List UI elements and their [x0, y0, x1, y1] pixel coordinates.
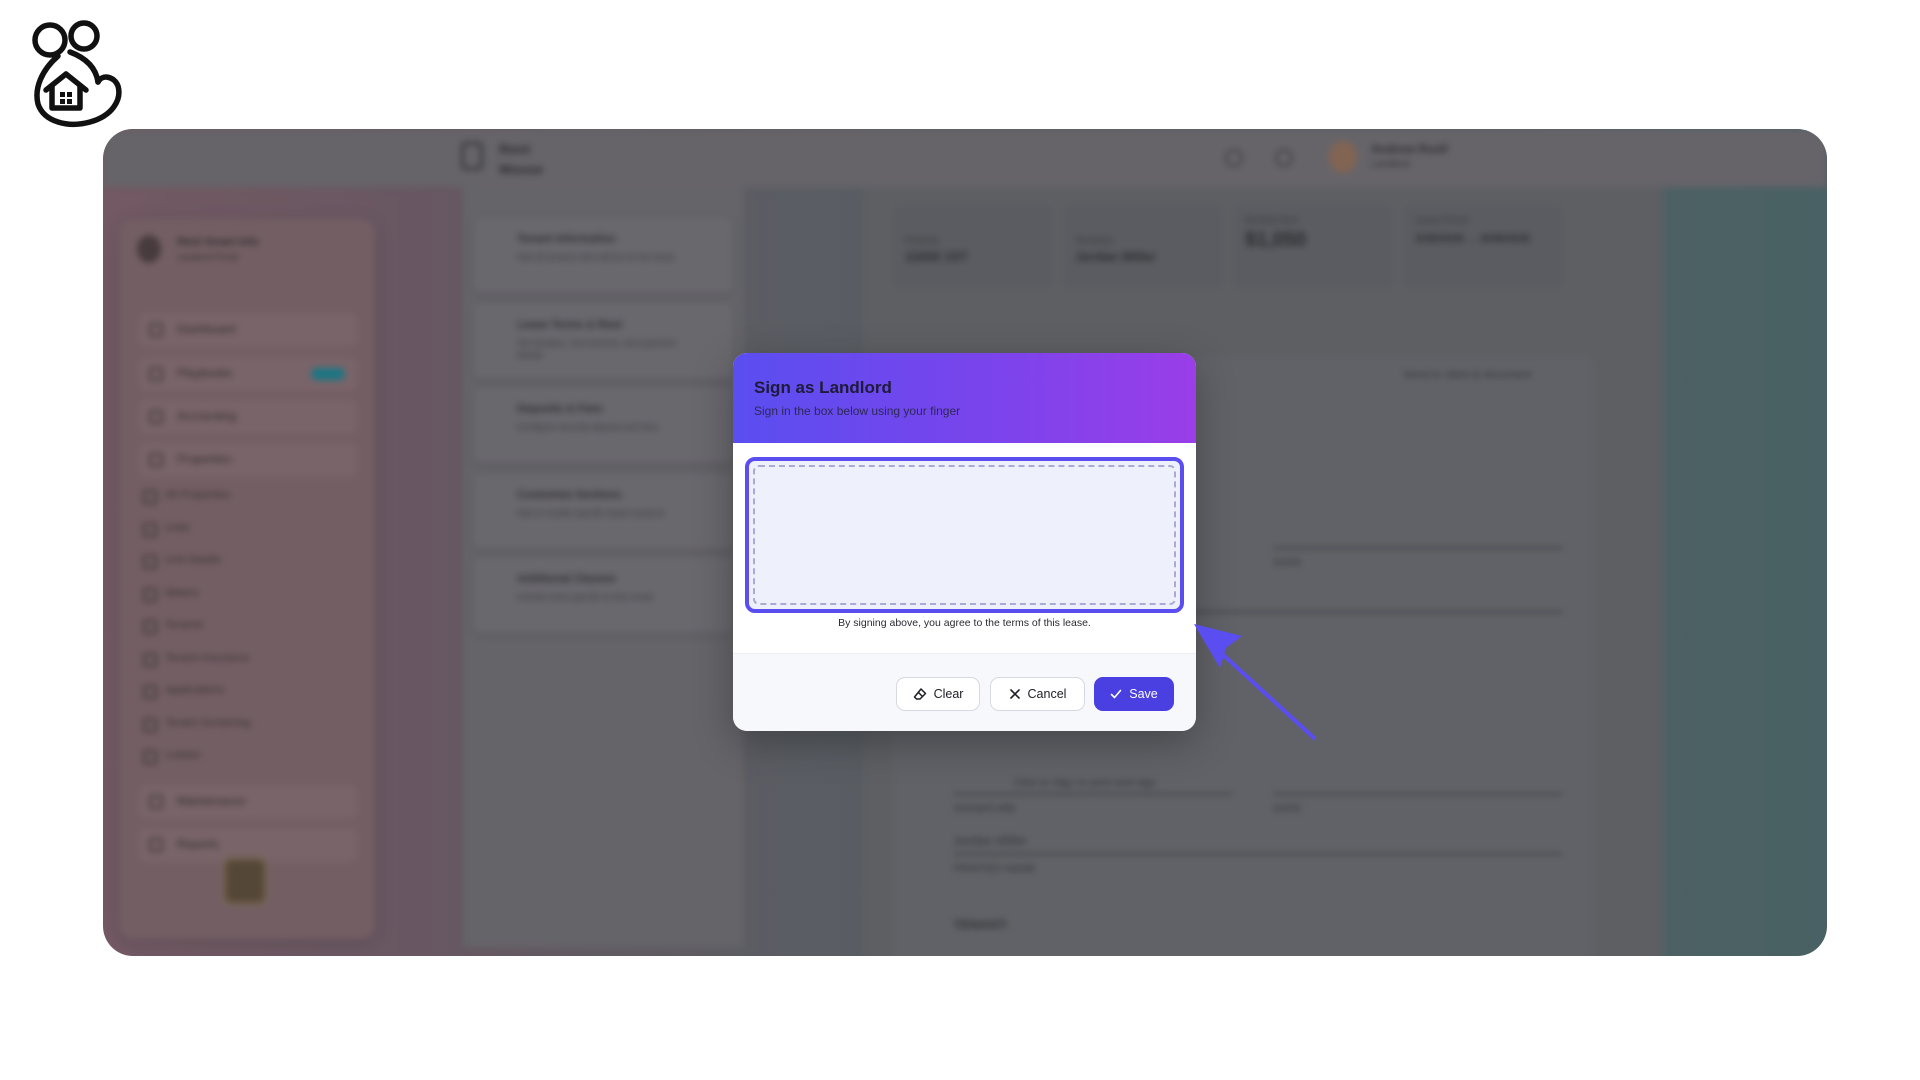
close-icon — [1009, 689, 1020, 699]
agreement-note: By signing above, you agree to the terms… — [838, 617, 1091, 629]
app-screenshot-frame: Rent Mouse Andrew Ruell Landlord Rent Sm… — [103, 129, 1827, 956]
signature-drop-area[interactable] — [753, 465, 1176, 605]
sign-as-landlord-dialog: Sign as Landlord Sign in the box below u… — [733, 353, 1196, 731]
mouse-house-logo — [32, 20, 122, 127]
dialog-title: Sign as Landlord — [754, 378, 892, 397]
save-button[interactable]: Save — [1094, 677, 1174, 711]
dialog-header: Sign as Landlord Sign in the box below u… — [733, 353, 1196, 443]
eraser-icon — [913, 688, 926, 700]
dialog-subtitle: Sign in the box below using your finger — [754, 404, 961, 418]
check-icon — [1110, 689, 1122, 699]
clear-label: Clear — [933, 687, 964, 701]
cancel-label: Cancel — [1027, 687, 1067, 701]
signature-pad[interactable] — [745, 457, 1184, 613]
dialog-footer: Clear Cancel Save — [733, 653, 1196, 731]
cancel-button[interactable]: Cancel — [990, 677, 1085, 711]
page: Rent Mouse Andrew Ruell Landlord Rent Sm… — [0, 0, 1920, 1080]
save-label: Save — [1129, 687, 1158, 701]
pointer-arrow-icon — [1194, 624, 1316, 740]
clear-button[interactable]: Clear — [896, 677, 980, 711]
